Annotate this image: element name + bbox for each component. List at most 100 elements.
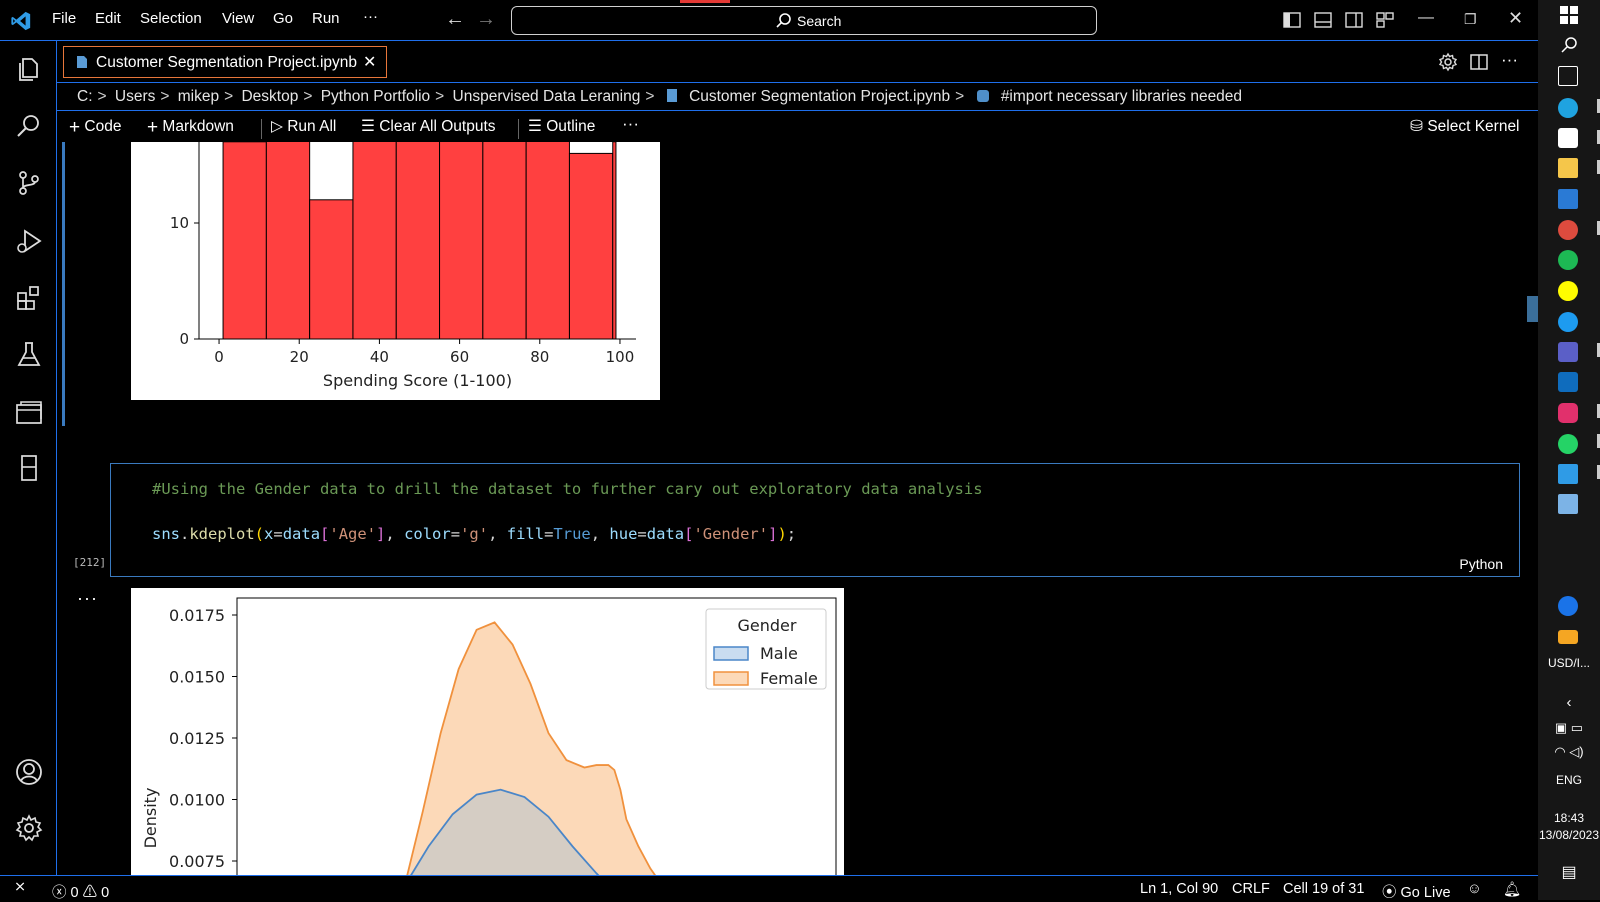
clock-time[interactable]: 18:43 xyxy=(1538,811,1600,825)
vscode-taskbar-icon[interactable] xyxy=(1558,464,1578,484)
histogram-bar xyxy=(395,142,441,340)
close-window-icon[interactable]: ✕ xyxy=(1508,8,1523,29)
breadcrumb-desktop[interactable]: Desktop xyxy=(241,88,298,105)
breadcrumb-file[interactable]: Customer Segmentation Project.ipynb xyxy=(689,88,950,105)
language-indicator[interactable]: ENG xyxy=(1538,773,1600,787)
breadcrumb-portfolio[interactable]: Python Portfolio xyxy=(321,88,430,105)
menu-go[interactable]: Go xyxy=(273,10,293,27)
code-cell[interactable]: #Using the Gender data to drill the data… xyxy=(110,463,1520,577)
show-hidden-icons-icon[interactable]: ‹ xyxy=(1538,694,1600,711)
eol-indicator[interactable]: CRLF xyxy=(1232,881,1270,897)
x-tick-label: 0 xyxy=(214,348,224,366)
notification-center-icon[interactable]: ▤ xyxy=(1538,862,1600,882)
testing-flask-icon[interactable] xyxy=(14,339,44,369)
edge-browser-icon[interactable] xyxy=(1558,98,1578,118)
outlook-icon[interactable] xyxy=(1558,372,1578,392)
currency-widget-icon[interactable] xyxy=(1558,630,1578,644)
add-code-label: Code xyxy=(84,118,122,135)
breadcrumb-user[interactable]: mikep xyxy=(178,88,219,105)
toggle-secondary-sidebar-icon[interactable] xyxy=(1345,11,1363,29)
back-arrow-icon[interactable]: ← xyxy=(445,8,465,31)
menu-more[interactable]: ··· xyxy=(363,8,378,25)
cell-language-label[interactable]: Python xyxy=(1459,556,1503,572)
accounts-icon[interactable] xyxy=(14,757,44,787)
breadcrumb-folder[interactable]: Unspervised Data Leraning xyxy=(453,88,641,105)
menu-run[interactable]: Run xyxy=(312,10,340,27)
notifications-bell-icon[interactable]: 🔔︎ xyxy=(1503,881,1521,898)
go-live-button[interactable]: ⦿ Go Live xyxy=(1382,881,1451,902)
chrome-icon[interactable] xyxy=(1558,220,1578,240)
forward-arrow-icon[interactable]: → xyxy=(476,8,496,31)
currency-widget-label[interactable]: USD/I... xyxy=(1538,656,1600,670)
file-explorer-icon[interactable] xyxy=(1558,158,1578,178)
toggle-panel-icon[interactable] xyxy=(1314,11,1332,29)
add-markdown-button[interactable]: + Markdown xyxy=(147,117,234,139)
y-tick-label: 0.0075 xyxy=(169,852,225,871)
outline-list-icon: ☰ xyxy=(528,118,542,135)
histogram-bar xyxy=(352,142,397,340)
help-icon[interactable] xyxy=(1558,596,1578,616)
breadcrumb-drive[interactable]: C: xyxy=(77,88,93,105)
minimize-icon[interactable]: — xyxy=(1418,9,1434,27)
code-token: [ xyxy=(320,525,330,543)
breadcrumb-users[interactable]: Users xyxy=(115,88,155,105)
histogram-output: 0 20 40 60 80 100 0 10 Spending Score (1-100) xyxy=(131,142,660,400)
task-view-icon[interactable] xyxy=(1558,66,1578,86)
snapchat-icon[interactable] xyxy=(1558,281,1578,301)
customize-layout-icon[interactable] xyxy=(1376,11,1394,29)
source-control-icon[interactable] xyxy=(14,168,44,198)
scrollbar-thumb[interactable] xyxy=(1527,296,1538,322)
search-input[interactable]: Search xyxy=(511,6,1097,35)
microsoft-store-icon[interactable] xyxy=(1558,128,1578,148)
toolbar-more-button[interactable]: ··· xyxy=(622,114,639,134)
remote-explorer-icon[interactable] xyxy=(14,397,44,427)
menu-view[interactable]: View xyxy=(222,10,254,27)
tab-customer-segmentation[interactable]: Customer Segmentation Project.ipynb ✕ xyxy=(63,46,387,78)
windows-taskbar: USD/I... ‹ ▣ ▭ ◠ ◁) ENG 18:43 13/08/2023… xyxy=(1538,0,1600,900)
run-all-label: Run All xyxy=(287,118,337,135)
activity-bar xyxy=(0,41,57,875)
more-actions-icon[interactable]: ··· xyxy=(1501,50,1518,70)
system-tray-icon[interactable]: ▣ ▭ xyxy=(1538,720,1600,736)
run-debug-icon[interactable] xyxy=(14,226,44,256)
teams-icon[interactable] xyxy=(1558,342,1578,362)
toggle-primary-sidebar-icon[interactable] xyxy=(1283,11,1301,29)
execution-count: [212] xyxy=(73,556,107,569)
taskbar-search-icon[interactable] xyxy=(1560,36,1578,54)
spotify-icon[interactable] xyxy=(1558,250,1578,270)
outline-button[interactable]: ☰ Outline xyxy=(528,117,595,136)
clear-all-outputs-button[interactable]: ☰ Clear All Outputs xyxy=(361,117,496,136)
search-sidebar-icon[interactable] xyxy=(14,111,44,141)
menu-file[interactable]: File xyxy=(52,10,76,27)
windows-start-icon[interactable] xyxy=(1560,6,1578,24)
clock-date[interactable]: 13/08/2023 xyxy=(1538,828,1600,842)
split-editor-icon[interactable] xyxy=(1470,53,1488,71)
x-tick-label: 40 xyxy=(370,348,389,366)
restore-icon[interactable]: ❐ xyxy=(1464,11,1477,28)
manage-gear-icon[interactable] xyxy=(14,813,44,843)
settings-gear-icon[interactable] xyxy=(1438,52,1458,72)
extensions-icon[interactable] xyxy=(14,283,44,313)
instagram-icon[interactable] xyxy=(1558,403,1578,423)
output-more-button[interactable]: ··· xyxy=(77,588,98,609)
network-volume-icon[interactable]: ◠ ◁) xyxy=(1538,744,1600,760)
explorer-icon[interactable] xyxy=(14,53,44,83)
breadcrumb-cell[interactable]: #import necessary libraries needed xyxy=(1001,88,1242,105)
close-icon[interactable]: ✕ xyxy=(363,52,376,72)
menu-selection[interactable]: Selection xyxy=(140,10,202,27)
add-code-button[interactable]: + Code xyxy=(69,117,121,139)
run-all-button[interactable]: ▷ Run All xyxy=(271,117,336,136)
select-kernel-button[interactable]: ⛁ Select Kernel xyxy=(1410,117,1520,136)
histogram-bar xyxy=(439,142,484,340)
twitter-icon[interactable] xyxy=(1558,312,1578,332)
cell-indicator[interactable]: Cell 19 of 31 xyxy=(1283,881,1364,897)
remote-indicator-icon[interactable]: ⨯ xyxy=(14,879,26,895)
problems-status[interactable]: ⓧ 0 ⚠ 0 xyxy=(52,881,109,902)
notepad-icon[interactable] xyxy=(1558,494,1578,514)
menu-edit[interactable]: Edit xyxy=(95,10,121,27)
mail-icon[interactable] xyxy=(1558,189,1578,209)
whatsapp-icon[interactable] xyxy=(1558,434,1578,454)
jupyter-icon[interactable] xyxy=(14,453,44,483)
feedback-icon[interactable]: ☺ xyxy=(1467,881,1482,897)
cursor-position[interactable]: Ln 1, Col 90 xyxy=(1140,881,1218,897)
